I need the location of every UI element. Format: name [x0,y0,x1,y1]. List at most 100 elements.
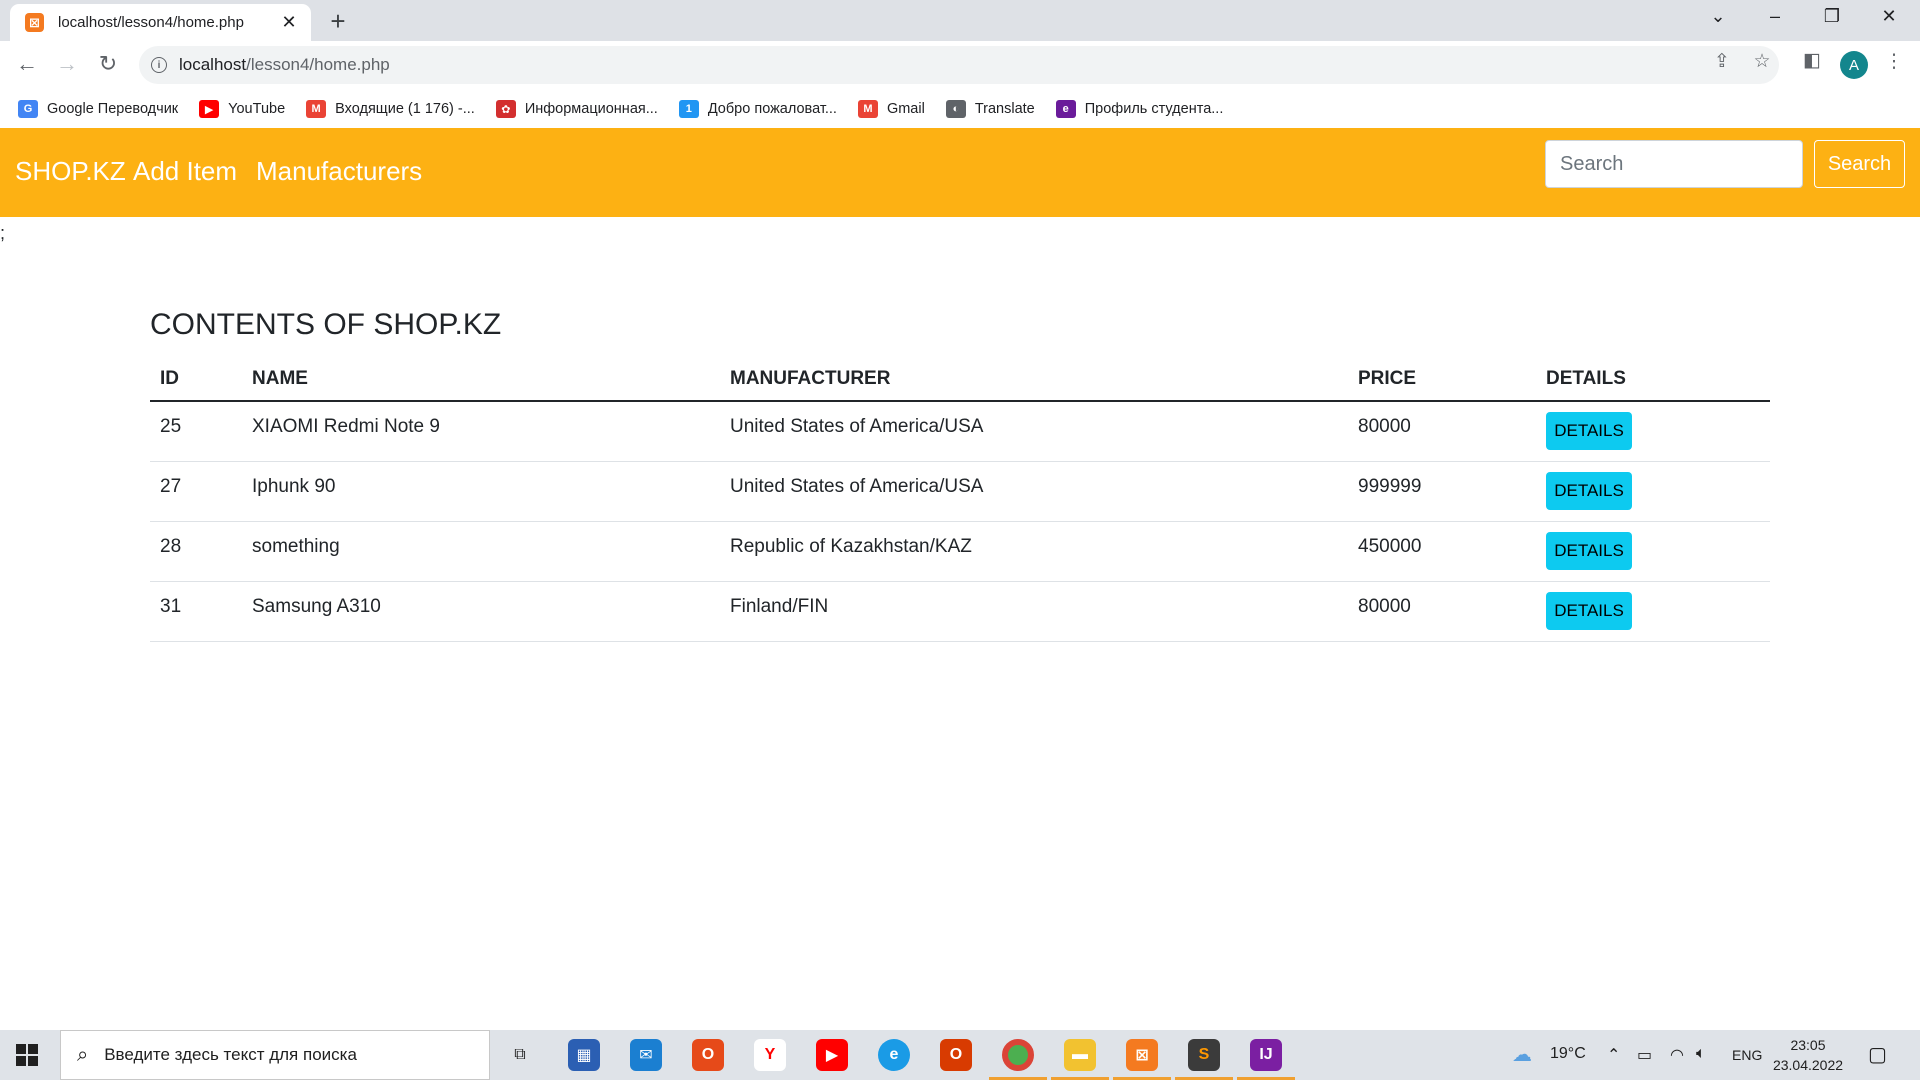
site-info-icon[interactable]: i [151,57,167,73]
office-icon[interactable]: O [692,1039,724,1071]
welcome-icon: 1 [678,100,699,118]
edge-icon[interactable]: e [878,1039,910,1071]
youtube-icon[interactable]: ▶ [816,1039,848,1071]
cell-manufacturer: Republic of Kazakhstan/KAZ [720,521,1348,582]
cell-id: 28 [150,521,242,582]
cell-name: something [242,521,720,582]
page-title: CONTENTS OF SHOP.KZ [150,308,502,341]
close-window-icon[interactable]: ✕ [1877,6,1901,27]
store-icon[interactable]: ▦ [568,1039,600,1071]
wifi-icon[interactable]: ◠ [1670,1045,1684,1065]
close-tab-icon[interactable]: ✕ [279,12,299,33]
bookmark-label: Информационная... [524,101,658,117]
back-icon[interactable]: ← [13,51,41,77]
restore-icon[interactable]: ❐ [1820,6,1844,27]
items-table: ID NAME MANUFACTURER PRICE DETAILS 25 XI… [150,357,1770,642]
bookmarks-bar: G Google Переводчик ▶ YouTube M Входящие (1 1… [0,90,1920,128]
bookmark-item[interactable]: M Входящие (1 176) -... [306,100,475,118]
windows-taskbar: ⌕ Введите здесь текст для поиска ⧉ ▦ ✉ O… [0,1030,1920,1080]
tab-search-chevron-icon[interactable]: ⌄ [1706,6,1730,27]
bookmark-item[interactable]: 1 Добро пожаловат... [678,100,837,118]
temperature[interactable]: 19°C [1550,1045,1586,1063]
cell-details: DETAILS [1536,581,1770,642]
nav-manufacturers[interactable]: Manufacturers [256,156,422,187]
taskbar-search-placeholder: Введите здесь текст для поиска [104,1045,357,1064]
browser-tab[interactable]: ⊠ localhost/lesson4/home.php ✕ [10,4,311,41]
bookmark-item[interactable]: ✿ Информационная... [495,100,658,118]
taskbar-search-box[interactable]: ⌕ Введите здесь текст для поиска [60,1030,490,1080]
task-view-icon[interactable]: ⧉ [504,1039,536,1071]
intellij-icon[interactable]: IJ [1250,1039,1282,1071]
sublime-text-icon[interactable]: S [1188,1039,1220,1071]
gmail-icon: M [306,100,327,118]
bookmark-label: Входящие (1 176) -... [335,101,475,117]
yandex-icon[interactable]: Y [754,1039,786,1071]
cell-price: 999999 [1348,461,1536,522]
translate-icon: G [18,100,38,118]
language-indicator[interactable]: ENG [1732,1047,1762,1063]
file-explorer-icon[interactable]: ▬ [1064,1039,1096,1071]
table-header-row: ID NAME MANUFACTURER PRICE DETAILS [150,357,1770,402]
office-icon[interactable]: O [940,1039,972,1071]
bookmark-label: Профиль студента... [1084,101,1224,117]
bookmark-label: Добро пожаловат... [707,101,837,117]
browser-tabstrip: ⊠ localhost/lesson4/home.php ✕ + ⌄ – ❐ ✕ [0,0,1920,41]
column-header-name: NAME [242,357,720,402]
forward-icon[interactable]: → [53,51,81,77]
share-icon[interactable]: ⇪ [1710,50,1734,73]
reload-icon[interactable]: ↻ [94,51,122,77]
details-button[interactable]: DETAILS [1546,591,1632,630]
column-header-id: ID [150,357,242,402]
tray-chevron-up-icon[interactable]: ⌃ [1607,1045,1620,1065]
bookmark-label: Google Переводчик [47,101,179,117]
bookmark-item[interactable]: ◐ Translate [945,100,1035,118]
menu-kebab-icon[interactable]: ⋮ [1882,50,1906,73]
cell-details: DETAILS [1536,401,1770,462]
chrome-icon[interactable] [1002,1039,1034,1071]
side-panel-icon[interactable]: ◧ [1800,49,1824,72]
mail-icon[interactable]: ✉ [630,1039,662,1071]
table-row: 27 Iphunk 90 United States of America/US… [150,461,1770,522]
bookmark-item[interactable]: e Профиль студента... [1055,100,1224,118]
cell-price: 80000 [1348,401,1536,462]
details-button[interactable]: DETAILS [1546,412,1632,450]
globe-icon: ◐ [945,100,966,118]
bookmark-label: YouTube [228,101,286,117]
windows-start-icon[interactable] [16,1044,38,1066]
cell-id: 25 [150,401,242,462]
address-bar[interactable]: i localhost/lesson4/home.php [139,46,1779,84]
url-text: localhost/lesson4/home.php [179,55,390,75]
search-button[interactable]: Search [1814,140,1905,188]
weather-icon[interactable]: ☁ [1512,1042,1532,1067]
xampp-icon[interactable]: ⊠ [1126,1039,1158,1071]
search-input[interactable] [1545,140,1803,188]
details-button[interactable]: DETAILS [1546,531,1632,570]
battery-icon[interactable]: ▭ [1637,1045,1652,1065]
taskbar-clock[interactable]: 23:05 23.04.2022 [1768,1035,1848,1075]
brand-link[interactable]: SHOP.KZ [15,156,126,187]
cell-details: DETAILS [1536,461,1770,522]
notifications-icon[interactable]: ▢ [1868,1042,1887,1067]
bookmark-item[interactable]: ▶ YouTube [199,100,285,118]
bookmark-item[interactable]: M Gmail [857,100,925,118]
column-header-price: PRICE [1348,357,1536,402]
cell-manufacturer: United States of America/USA [720,401,1348,462]
minimize-icon[interactable]: – [1763,6,1787,27]
table-row: 31 Samsung A310 Finland/FIN 80000 DETAIL… [150,581,1770,642]
cell-id: 31 [150,581,242,642]
stray-text: ; [0,223,6,243]
url-path: /lesson4/home.php [246,55,390,74]
student-profile-icon: e [1055,100,1076,118]
nav-add-item[interactable]: Add Item [133,156,237,187]
volume-icon[interactable]: 🔈︎ [1696,1045,1706,1063]
bookmark-star-icon[interactable]: ☆ [1750,50,1774,73]
bookmark-item[interactable]: G Google Переводчик [18,100,178,118]
cell-price: 450000 [1348,521,1536,582]
table-row: 28 something Republic of Kazakhstan/KAZ … [150,521,1770,582]
new-tab-icon[interactable]: + [325,6,351,37]
profile-avatar[interactable]: A [1840,51,1868,79]
tab-title: localhost/lesson4/home.php [58,14,244,31]
cell-name: Samsung A310 [242,581,720,642]
details-button[interactable]: DETAILS [1546,471,1632,510]
table-row: 25 XIAOMI Redmi Note 9 United States of … [150,401,1770,462]
